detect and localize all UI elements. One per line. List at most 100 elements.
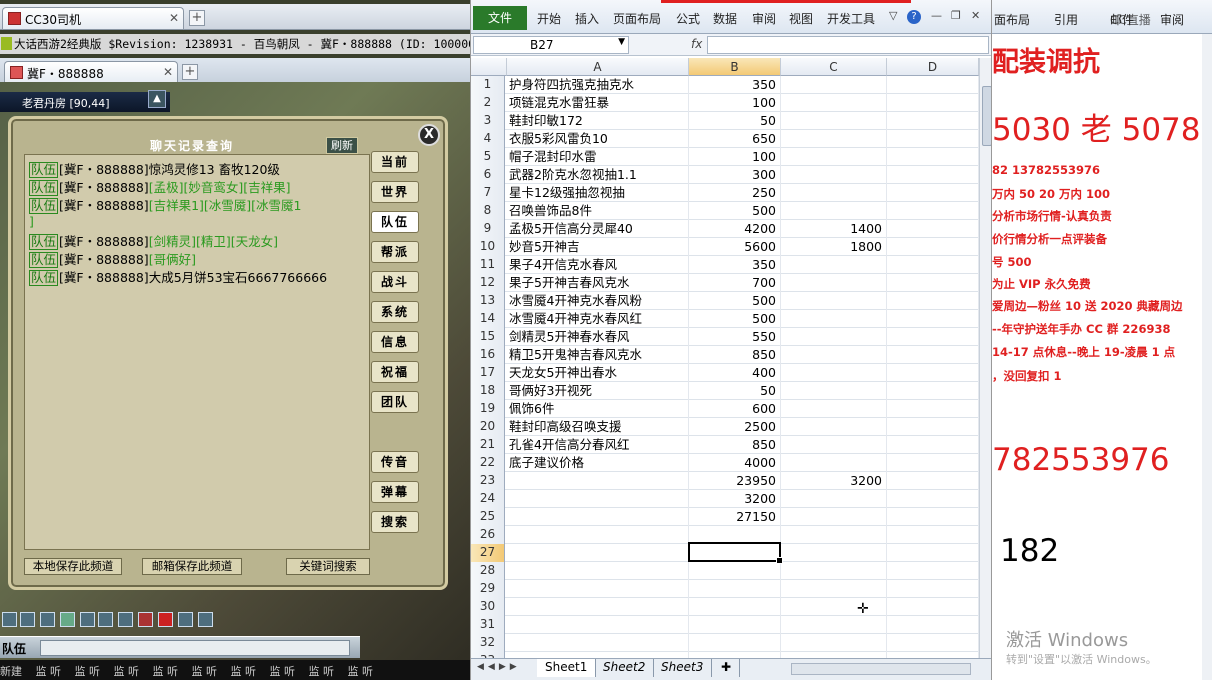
cell-a[interactable]: 项链混克水雷狂暴 — [507, 94, 689, 112]
mail-save-button[interactable]: 邮箱保存此频道 — [142, 558, 242, 575]
local-save-button[interactable]: 本地保存此频道 — [24, 558, 122, 575]
row-header[interactable]: 27 — [471, 544, 505, 562]
chat-sender[interactable]: [冀F・888888] — [59, 234, 149, 249]
cell-a[interactable] — [507, 508, 689, 526]
toolbar-icon[interactable] — [40, 612, 55, 627]
row-header[interactable]: 18 — [471, 382, 505, 400]
cell-c[interactable] — [781, 598, 887, 616]
fx-icon[interactable]: fx — [691, 37, 702, 51]
row-header[interactable]: 14 — [471, 310, 505, 328]
row-header[interactable]: 9 — [471, 220, 505, 238]
cell-d[interactable] — [887, 130, 979, 148]
cell-a[interactable]: 哥俩好3开视死 — [507, 382, 689, 400]
cell-b[interactable]: 27150 — [689, 508, 781, 526]
minimize-icon[interactable]: — — [931, 9, 942, 22]
cell-d[interactable] — [887, 598, 979, 616]
row-header[interactable]: 6 — [471, 166, 505, 184]
toolbar-icon[interactable] — [178, 612, 193, 627]
cell-a[interactable]: 妙音5开神吉 — [507, 238, 689, 256]
row-header[interactable]: 3 — [471, 112, 505, 130]
cell-b[interactable] — [689, 616, 781, 634]
column-header[interactable]: D — [887, 58, 979, 76]
cell-c[interactable] — [781, 364, 887, 382]
cell-d[interactable] — [887, 526, 979, 544]
chat-text[interactable]: [孟极][妙音鸾女][吉祥果] — [149, 180, 291, 195]
chevron-up-icon[interactable]: ▽ — [889, 9, 897, 22]
cell-b[interactable]: 500 — [689, 202, 781, 220]
toolbar-icon[interactable] — [60, 612, 75, 627]
cell-b[interactable]: 3200 — [689, 490, 781, 508]
row-header[interactable]: 8 — [471, 202, 505, 220]
input-channel-label[interactable]: 队伍 — [2, 640, 26, 657]
cell-d[interactable] — [887, 634, 979, 652]
keyword-search-button[interactable]: 关键词搜索 — [286, 558, 370, 575]
cell-c[interactable] — [781, 544, 887, 562]
cell-a[interactable]: 武器2阶克水忽视抽1.1 — [507, 166, 689, 184]
cell-a[interactable]: 冰雪魇4开神克水春风粉 — [507, 292, 689, 310]
cell-c[interactable] — [781, 490, 887, 508]
toolbar-icon[interactable] — [118, 612, 133, 627]
row-header[interactable]: 2 — [471, 94, 505, 112]
row-header[interactable]: 15 — [471, 328, 505, 346]
row-header[interactable]: 25 — [471, 508, 505, 526]
cell-a[interactable]: 天龙女5开神出春水 — [507, 364, 689, 382]
channel-team[interactable]: 队伍 — [371, 211, 419, 233]
cell-a[interactable]: 冰雪魇4开神克水春风红 — [507, 310, 689, 328]
row-header[interactable]: 29 — [471, 580, 505, 598]
cell-b[interactable]: 2500 — [689, 418, 781, 436]
column-header[interactable]: C — [781, 58, 887, 76]
cell-a[interactable]: 鞋封印敏172 — [507, 112, 689, 130]
sheet-tab-1[interactable]: Sheet1 — [537, 659, 597, 677]
cell-d[interactable] — [887, 472, 979, 490]
cell-a[interactable] — [507, 616, 689, 634]
cell-c[interactable] — [781, 130, 887, 148]
row-header[interactable]: 23 — [471, 472, 505, 490]
cell-b[interactable]: 250 — [689, 184, 781, 202]
cell-c[interactable] — [781, 310, 887, 328]
cell-a[interactable]: 孟极5开信高分灵犀40 — [507, 220, 689, 238]
cell-b[interactable]: 350 — [689, 256, 781, 274]
chat-sender[interactable]: [冀F・888888] — [59, 270, 149, 285]
cell-d[interactable] — [887, 346, 979, 364]
tab-page-layout[interactable]: 面布局 — [994, 11, 1030, 28]
cell-c[interactable]: 1400 — [781, 220, 887, 238]
cell-c[interactable] — [781, 166, 887, 184]
channel-current[interactable]: 当前 — [371, 151, 419, 173]
close-panel-button[interactable]: X — [418, 124, 440, 146]
cell-d[interactable] — [887, 76, 979, 94]
chat-text[interactable]: [哥俩好] — [149, 252, 196, 267]
row-header[interactable]: 24 — [471, 490, 505, 508]
channel-battle[interactable]: 战斗 — [371, 271, 419, 293]
close-icon[interactable]: ✕ — [169, 11, 179, 25]
row-header[interactable]: 32 — [471, 634, 505, 652]
cell-a[interactable] — [507, 598, 689, 616]
row-header[interactable]: 11 — [471, 256, 505, 274]
cell-c[interactable] — [781, 454, 887, 472]
cell-a[interactable]: 剑精灵5开神春水春风 — [507, 328, 689, 346]
cell-b[interactable]: 50 — [689, 382, 781, 400]
row-header[interactable]: 30 — [471, 598, 505, 616]
cell-c[interactable] — [781, 400, 887, 418]
tab-formulas[interactable]: 公式 — [676, 10, 700, 27]
cell-b[interactable]: 23950 — [689, 472, 781, 490]
cell-a[interactable]: 佩饰6件 — [507, 400, 689, 418]
row-header[interactable]: 10 — [471, 238, 505, 256]
refresh-button[interactable]: 刷新 — [326, 137, 358, 154]
cell-b[interactable] — [689, 634, 781, 652]
toolbar-icon[interactable] — [98, 612, 113, 627]
cell-b[interactable] — [689, 562, 781, 580]
cell-b[interactable]: 400 — [689, 364, 781, 382]
close-icon[interactable]: ✕ — [163, 65, 173, 79]
tab-data[interactable]: 数据 — [713, 10, 737, 27]
channel-world[interactable]: 世界 — [371, 181, 419, 203]
cell-c[interactable] — [781, 292, 887, 310]
cell-a[interactable]: 果子4开信克水春风 — [507, 256, 689, 274]
row-header[interactable]: 12 — [471, 274, 505, 292]
cell-b[interactable]: 500 — [689, 292, 781, 310]
cell-a[interactable] — [507, 580, 689, 598]
cell-b[interactable]: 500 — [689, 310, 781, 328]
cell-c[interactable] — [781, 256, 887, 274]
cell-b[interactable]: 50 — [689, 112, 781, 130]
cell-d[interactable] — [887, 274, 979, 292]
cell-c[interactable] — [781, 112, 887, 130]
